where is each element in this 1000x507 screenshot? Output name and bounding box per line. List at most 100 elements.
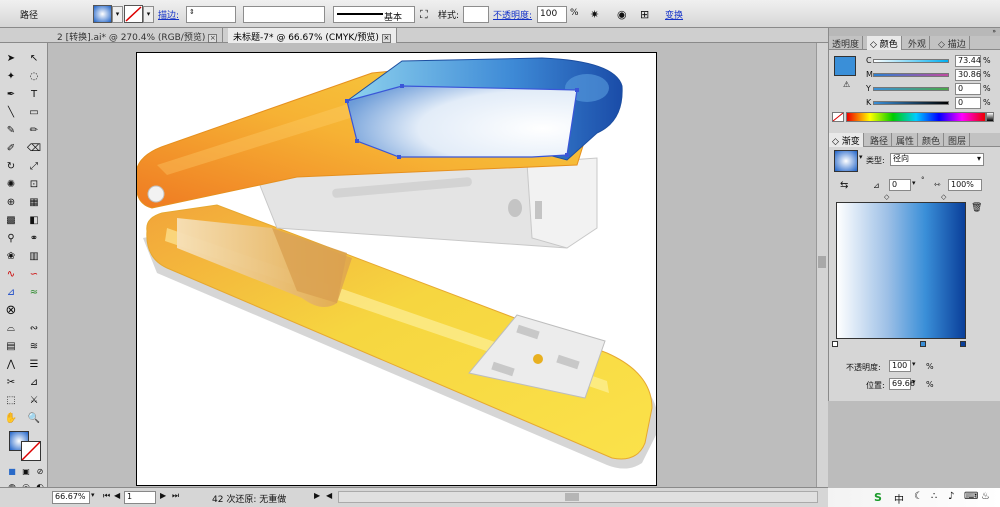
first-artboard-icon[interactable]: ⏮ — [103, 491, 110, 501]
shape-builder-tool-icon[interactable]: ⊕ — [3, 196, 19, 210]
shirt-icon[interactable]: ♨ — [981, 491, 990, 502]
pencil-tool-icon[interactable]: ✏ — [26, 124, 42, 138]
stroke-swatch[interactable] — [124, 5, 143, 23]
graph-tool-icon[interactable]: ▥ — [26, 250, 42, 264]
smooth-tool-icon[interactable]: ≈ — [26, 286, 42, 300]
eraser-tool-icon[interactable]: ⌫ — [26, 142, 42, 156]
stop-opacity-input[interactable]: 100 — [889, 360, 911, 372]
midpoint-diamond[interactable]: ◇ — [884, 193, 889, 201]
tab-layers[interactable]: 图层 — [945, 133, 971, 147]
magic-wand-tool-icon[interactable]: ✦ — [3, 70, 19, 84]
wave-tool-icon[interactable]: ∾ — [26, 322, 42, 336]
dots-icon[interactable]: ∴ — [931, 491, 937, 502]
midpoint-diamond[interactable]: ◇ — [941, 193, 946, 201]
tab-stroke[interactable]: ◇ 描边 — [935, 36, 970, 50]
envelope-tool-icon[interactable]: ⌓ — [3, 322, 19, 336]
opacity-label[interactable]: 不透明度: — [493, 8, 532, 21]
knife-tool-icon[interactable]: ⚔ — [26, 394, 42, 408]
tab-transparency[interactable]: 透明度 — [829, 36, 864, 50]
prev-artboard-icon[interactable]: ◀ — [114, 491, 120, 500]
h-scroll-thumb[interactable] — [565, 493, 579, 501]
channel-c-input[interactable]: 73.44 — [955, 55, 981, 67]
symbol-sprayer-tool-icon[interactable]: ❀ — [3, 250, 19, 264]
lasso-tool-icon[interactable]: ◌ — [26, 70, 42, 84]
list-tool-icon[interactable]: ☰ — [26, 358, 42, 372]
trash-icon[interactable]: 🗑 — [971, 203, 982, 213]
scale-tool-icon[interactable]: ⤢ — [26, 160, 42, 174]
angle-input[interactable]: 0 — [889, 179, 911, 191]
page-select[interactable]: 1 — [124, 491, 156, 504]
fill-color-swatch[interactable] — [834, 56, 856, 76]
selection-tool-icon[interactable]: ➤ — [3, 52, 19, 66]
next-artboard-icon[interactable]: ▶ — [160, 491, 166, 500]
paintbrush-tool-icon[interactable]: ✎ — [3, 124, 19, 138]
gradient-preview-swatch[interactable] — [834, 150, 858, 172]
gradient-type-select[interactable]: 径向 ▾ — [890, 153, 984, 166]
zoom-select[interactable]: 66.67% — [52, 491, 90, 504]
perspective-tool-icon[interactable]: ▦ — [26, 196, 42, 210]
input-method-icon[interactable]: S — [874, 491, 882, 504]
tab-color-2[interactable]: 颜色 — [919, 133, 945, 147]
channel-k-slider[interactable] — [873, 101, 949, 105]
opacity-input[interactable]: 100 — [537, 6, 567, 23]
rotate-tool-icon[interactable]: ↻ — [3, 160, 19, 174]
tab-document-1[interactable]: 2 [转换].ai* @ 270.4% (RGB/预览) × — [52, 28, 224, 43]
free-transform-tool-icon[interactable]: ⊡ — [26, 178, 42, 192]
channel-c-slider[interactable] — [873, 59, 949, 63]
tab-gradient[interactable]: ◇ 渐变 — [829, 133, 864, 147]
brush-options-icon[interactable]: ⛶ — [420, 8, 428, 22]
measure-tool-icon[interactable]: ⊿ — [26, 376, 42, 390]
width-tool-icon[interactable]: ∿ — [3, 268, 19, 282]
chevron-down-icon[interactable]: ▾ — [912, 378, 916, 386]
artboard[interactable] — [136, 52, 657, 486]
blend-tool-icon[interactable]: ⚭ — [26, 232, 42, 246]
target-tool-icon[interactable]: ⊗ — [3, 304, 19, 318]
brush-select[interactable]: 基本 — [333, 6, 415, 23]
chinese-mode-icon[interactable]: 中 — [894, 491, 904, 506]
channel-m-input[interactable]: 30.86 — [955, 69, 981, 81]
slice-tool-icon[interactable]: ✂ — [3, 376, 19, 390]
anchor-tool-icon[interactable]: ⊿ — [3, 286, 19, 300]
stapler-illustration[interactable] — [137, 53, 657, 486]
chevron-down-icon[interactable]: ▾ — [91, 491, 95, 499]
hand-tool-icon[interactable]: ✋ — [3, 412, 19, 426]
spiral-tool-icon[interactable]: ≋ — [26, 340, 42, 354]
chevron-down-icon[interactable]: ▾ — [912, 360, 916, 368]
tab-appearance[interactable]: 外观 — [905, 36, 931, 50]
variable-width-select[interactable] — [243, 6, 325, 23]
chevron-down-icon[interactable]: ▾ — [912, 179, 916, 187]
moon-icon[interactable]: ☾ — [914, 491, 923, 502]
stroke-dropdown[interactable]: ▾ — [143, 6, 154, 23]
blob-brush-tool-icon[interactable]: ✐ — [3, 142, 19, 156]
none-swatch[interactable] — [832, 112, 844, 122]
style-swatch[interactable] — [463, 6, 489, 23]
color-spectrum[interactable] — [846, 112, 986, 122]
channel-m-slider[interactable] — [873, 73, 949, 77]
zigzag-tool-icon[interactable]: ⋀ — [3, 358, 19, 372]
curve-tool-icon[interactable]: ∽ — [26, 268, 42, 282]
transform-link[interactable]: 变换 — [665, 8, 683, 21]
black-white-swatch[interactable] — [986, 112, 994, 122]
globe-icon[interactable]: ◉ — [617, 8, 627, 21]
tab-color[interactable]: ◇ 颜色 — [867, 36, 902, 50]
none-mode-icon[interactable]: ⊘ — [32, 465, 48, 479]
gradient-slider[interactable] — [836, 202, 966, 339]
location-input[interactable]: 69.66 — [889, 378, 915, 390]
panel-collapse-icon[interactable]: » — [829, 28, 1000, 36]
stroke-label[interactable]: 描边: — [158, 8, 179, 21]
channel-y-input[interactable]: 0 — [955, 83, 981, 95]
align-icon[interactable]: ⊞ — [640, 8, 649, 21]
zoom-tool-icon[interactable]: 🔍 — [26, 412, 42, 426]
last-artboard-icon[interactable]: ⏭ — [172, 491, 179, 501]
fill-dropdown[interactable]: ▾ — [112, 6, 123, 23]
chart-tool-icon[interactable]: ▤ — [3, 340, 19, 354]
direct-selection-tool-icon[interactable]: ↖ — [26, 52, 42, 66]
horizontal-scrollbar[interactable] — [338, 491, 818, 503]
channel-k-input[interactable]: 0 — [955, 97, 981, 109]
type-tool-icon[interactable]: T — [26, 88, 42, 102]
tab-document-2[interactable]: 未标题-7* @ 66.67% (CMYK/预览) × — [228, 28, 397, 43]
gradient-stop-middle[interactable] — [920, 341, 926, 347]
close-icon[interactable]: × — [381, 34, 391, 43]
scroll-thumb[interactable] — [818, 256, 826, 268]
gradient-tool-icon[interactable]: ◧ — [26, 214, 42, 228]
